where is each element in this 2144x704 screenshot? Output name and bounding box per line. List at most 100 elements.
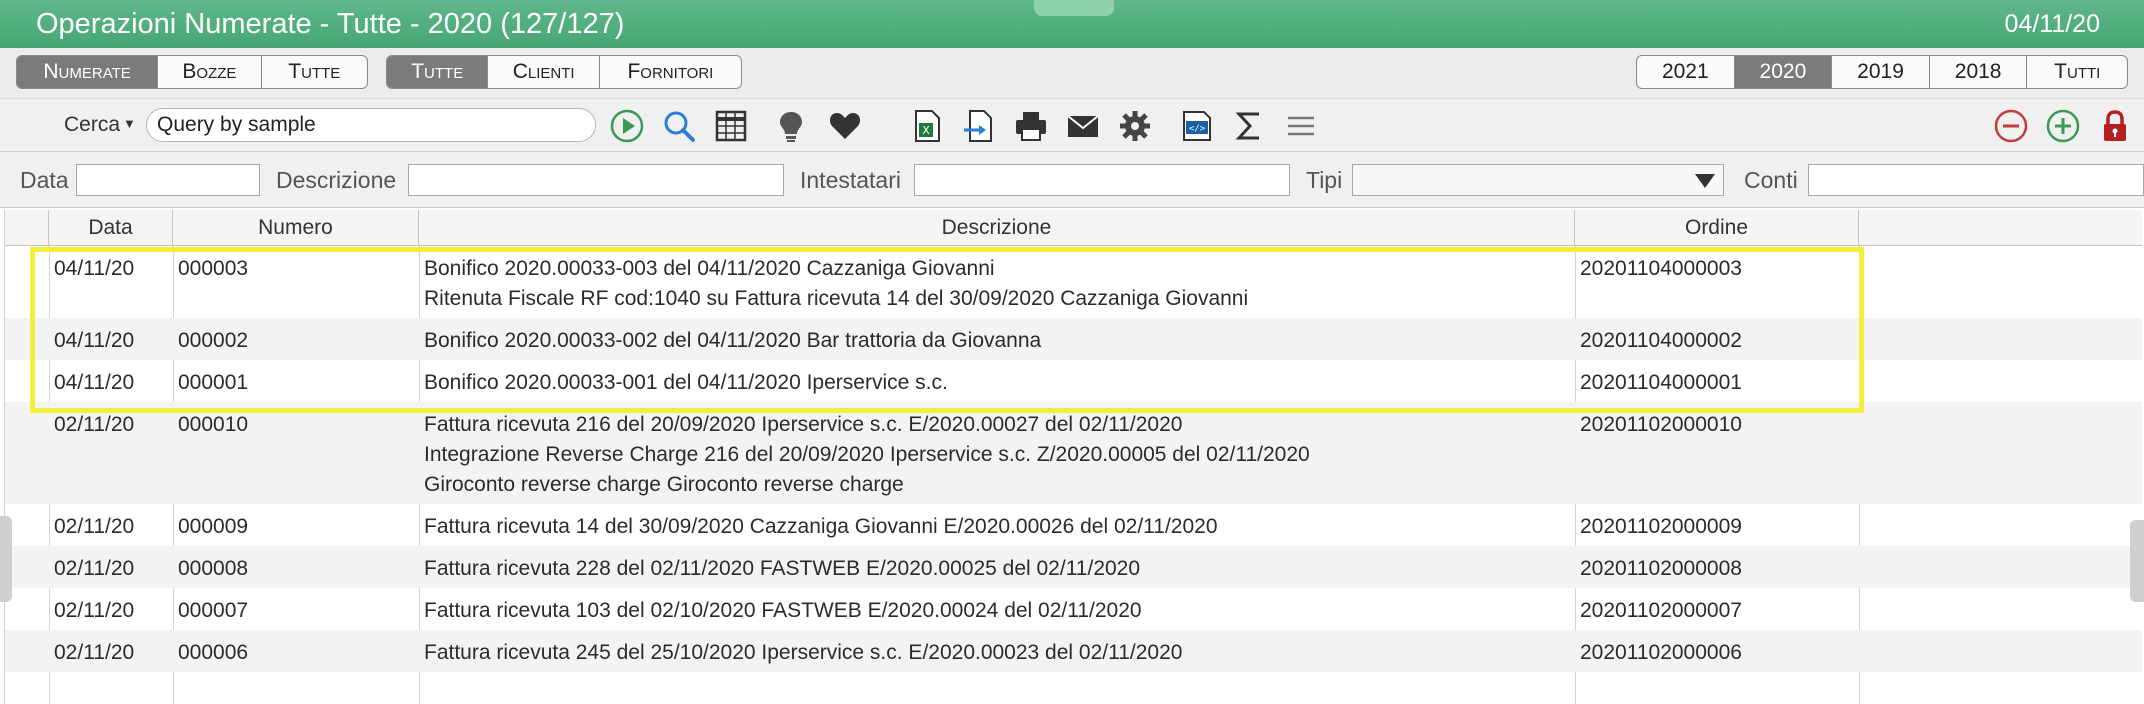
cell-numero: 000007 [178, 599, 249, 622]
data-filter-label: Data [20, 167, 69, 193]
cell-numero: 000003 [178, 257, 249, 280]
filter-fornitori-button[interactable]: Fornitori [600, 56, 741, 88]
status-filter-group: Numerate Bozze Tutte [16, 55, 368, 89]
cell-ordine: 20201102000010 [1580, 413, 1742, 436]
window-grip-handle[interactable] [1034, 0, 1114, 16]
search-input[interactable]: Query by sample [146, 108, 596, 142]
filter-numerate-button[interactable]: Numerate [17, 56, 159, 88]
window-title: Operazioni Numerate - Tutte - 2020 (127/… [36, 8, 625, 40]
column-header-numero[interactable]: Numero [173, 210, 419, 246]
table-row[interactable]: 04/11/20 000002 Bonifico 2020.00033-002 de… [5, 318, 2142, 360]
field-filters-bar: Data Descrizione Intestatari Tipi Conti [0, 152, 2144, 208]
lightbulb-icon[interactable] [772, 107, 810, 145]
cell-data: 02/11/20 [54, 515, 135, 538]
year-2020-button[interactable]: 2020 [1734, 56, 1833, 88]
table-row[interactable]: 04/11/20 000003 Bonifico 2020.00033-003 de… [5, 246, 2142, 318]
party-filter-group: Tutte Clienti Fornitori [386, 55, 742, 89]
cell-numero: 000001 [178, 371, 249, 394]
descrizione-line: Fattura ricevuta 216 del 20/09/2020 Iper… [424, 413, 1183, 436]
cell-data: 02/11/20 [54, 557, 135, 580]
filter-clienti-button[interactable]: Clienti [488, 56, 600, 88]
descrizione-line: Integrazione Reverse Charge 216 del 20/0… [424, 443, 1310, 466]
add-icon[interactable] [2044, 107, 2082, 145]
cell-ordine: 20201104000002 [1580, 329, 1742, 352]
scrollbar-thumb[interactable] [2130, 520, 2144, 602]
svg-text:</>: </> [1189, 124, 1206, 134]
search-mode-label: Cerca [64, 113, 121, 136]
year-2019-button[interactable]: 2019 [1832, 56, 1930, 88]
svg-text:X: X [922, 124, 930, 137]
cell-data: 04/11/20 [54, 329, 135, 352]
remove-icon[interactable] [1992, 107, 2030, 145]
cell-descrizione: Bonifico 2020.00033-001 del 04/11/2020 I… [419, 360, 1575, 402]
left-scroll-handle[interactable] [0, 516, 12, 602]
descrizione-line: Bonifico 2020.00033-003 del 04/11/2020 C… [424, 257, 995, 280]
cell-descrizione: Bonifico 2020.00033-003 del 04/11/2020 C… [419, 246, 1575, 318]
descrizione-filter-input[interactable] [408, 164, 784, 196]
table-row[interactable]: 02/11/20 000006 Fattura ricevuta 245 del 2… [5, 630, 2142, 672]
gear-icon[interactable] [1116, 107, 1154, 145]
menu-icon[interactable] [1282, 107, 1320, 145]
cell-descrizione: Bonifico 2020.00033-002 del 04/11/2020 B… [419, 318, 1575, 360]
current-date: 04/11/20 [2004, 10, 2100, 38]
cell-descrizione: Fattura ricevuta 245 del 25/10/2020 Iper… [419, 630, 1575, 672]
excel-icon[interactable]: X [908, 107, 946, 145]
cell-ordine: 20201104000003 [1580, 257, 1742, 280]
column-header-data[interactable]: Data [49, 210, 173, 246]
dropdown-arrow-icon [1695, 174, 1715, 188]
operations-table: Data Numero Descrizione Ordine 04/11/20 0… [4, 210, 2142, 704]
search-icon[interactable] [660, 107, 698, 145]
import-icon[interactable] [960, 107, 998, 145]
year-2021-button[interactable]: 2021 [1637, 56, 1735, 88]
cell-numero: 000008 [178, 557, 249, 580]
cell-numero: 000009 [178, 515, 249, 538]
descrizione-line: Ritenuta Fiscale RF cod:1040 su Fattura … [424, 287, 1249, 310]
toolbar: Cerca ▼ Query by sample X </> [0, 98, 2144, 152]
cell-ordine: 20201102000009 [1580, 515, 1742, 538]
title-bar: Operazioni Numerate - Tutte - 2020 (127/… [0, 0, 2144, 48]
lock-icon[interactable] [2096, 107, 2134, 145]
chevron-down-icon: ▼ [123, 116, 136, 131]
descrizione-line: Bonifico 2020.00033-001 del 04/11/2020 I… [424, 371, 948, 394]
cell-data: 04/11/20 [54, 371, 135, 394]
descrizione-line: Fattura ricevuta 14 del 30/09/2020 Cazza… [424, 515, 1218, 538]
table-row[interactable]: 02/11/20 000008 Fattura ricevuta 228 del 0… [5, 546, 2142, 588]
year-2018-button[interactable]: 2018 [1930, 56, 2028, 88]
cell-numero: 000010 [178, 413, 249, 436]
cell-data: 02/11/20 [54, 641, 135, 664]
descrizione-line: Bonifico 2020.00033-002 del 04/11/2020 B… [424, 329, 1042, 352]
column-header-selector [5, 210, 49, 246]
tipi-filter-select[interactable] [1352, 164, 1724, 196]
cell-descrizione: Fattura ricevuta 216 del 20/09/2020 Iper… [419, 402, 1575, 504]
year-tutti-button[interactable]: Tutti [2027, 56, 2127, 88]
filter-tutte-status-button[interactable]: Tutte [262, 56, 367, 88]
table-row[interactable]: 02/11/20 000009 Fattura ricevuta 14 del 30… [5, 504, 2142, 546]
column-header-ordine[interactable]: Ordine [1575, 210, 1859, 246]
filter-bozze-button[interactable]: Bozze [158, 56, 262, 88]
conti-filter-input[interactable] [1808, 164, 2144, 196]
heart-icon[interactable] [826, 107, 864, 145]
code-icon[interactable]: </> [1178, 107, 1216, 145]
cell-ordine: 20201102000007 [1580, 599, 1742, 622]
sum-icon[interactable] [1230, 107, 1268, 145]
data-filter-input[interactable] [76, 164, 260, 196]
table-row[interactable]: 02/11/20 000007 Fattura ricevuta 103 del 0… [5, 588, 2142, 630]
conti-filter-label: Conti [1744, 167, 1798, 193]
cell-numero: 000006 [178, 641, 249, 664]
table-row[interactable]: 04/11/20 000001 Bonifico 2020.00033-001 de… [5, 360, 2142, 402]
intestatari-filter-input[interactable] [914, 164, 1290, 196]
descrizione-line: Fattura ricevuta 245 del 25/10/2020 Iper… [424, 641, 1183, 664]
cell-data: 02/11/20 [54, 599, 135, 622]
table-header: Data Numero Descrizione Ordine [5, 210, 2142, 246]
cell-descrizione: Fattura ricevuta 228 del 02/11/2020 FAST… [419, 546, 1575, 588]
mail-icon[interactable] [1064, 107, 1102, 145]
filter-tutte-party-button[interactable]: Tutte [387, 56, 489, 88]
column-header-descrizione[interactable]: Descrizione [419, 210, 1575, 246]
play-icon[interactable] [608, 107, 646, 145]
tipi-filter-label: Tipi [1306, 167, 1343, 193]
descrizione-line: Fattura ricevuta 103 del 02/10/2020 FAST… [424, 599, 1142, 622]
print-icon[interactable] [1012, 107, 1050, 145]
table-icon[interactable] [712, 107, 750, 145]
search-mode-dropdown[interactable]: Cerca ▼ [64, 113, 136, 137]
table-row[interactable]: 02/11/20 000010 Fattura ricevuta 216 del 2… [5, 402, 2142, 504]
